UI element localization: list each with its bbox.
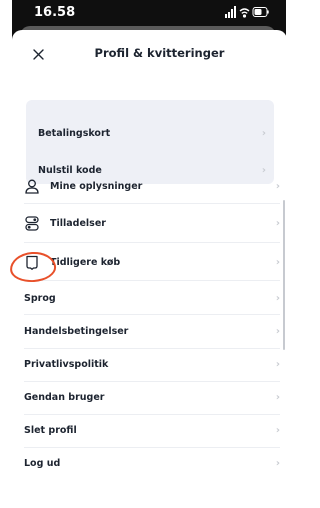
person-icon — [24, 178, 40, 194]
list-item-label: Mine oplysninger — [50, 180, 143, 192]
gendan-bruger-item[interactable]: Gendan bruger › — [24, 380, 280, 414]
list-item-label: Handelsbetingelser — [24, 325, 129, 337]
list-item-label: Privatlivspolitik — [24, 358, 109, 370]
list-item-label: Sprog — [24, 292, 56, 304]
mine-oplysninger-item[interactable]: Mine oplysninger › — [24, 169, 280, 203]
toggles-icon — [24, 215, 40, 231]
list-item-label: Slet profil — [24, 424, 77, 436]
wifi-icon — [239, 8, 250, 18]
tilladelser-item[interactable]: Tilladelser › — [24, 206, 280, 240]
sprog-item[interactable]: Sprog › — [24, 281, 280, 315]
chevron-right-icon: › — [275, 358, 280, 370]
chevron-right-icon: › — [275, 256, 280, 268]
slet-profil-item[interactable]: Slet profil › — [24, 413, 280, 447]
chevron-right-icon: › — [261, 127, 266, 139]
scrollbar[interactable] — [283, 200, 285, 350]
chevron-right-icon: › — [275, 292, 280, 304]
privatlivspolitik-item[interactable]: Privatlivspolitik › — [24, 347, 280, 381]
divider — [24, 203, 280, 204]
chevron-right-icon: › — [275, 424, 280, 436]
status-time: 16.58 — [34, 5, 76, 20]
list-item-label: Betalingskort — [38, 127, 111, 139]
betalingskort-item[interactable]: Betalingskort › — [38, 115, 266, 151]
chevron-right-icon: › — [275, 457, 280, 469]
list-item-label: Tidligere køb — [50, 256, 121, 268]
battery-icon — [252, 7, 269, 17]
list-item-label: Gendan bruger — [24, 391, 105, 403]
log-ud-item[interactable]: Log ud › — [24, 446, 280, 480]
chevron-right-icon: › — [275, 180, 280, 192]
divider — [24, 242, 280, 243]
list-item-label: Tilladelser — [50, 217, 106, 229]
close-button[interactable] — [28, 44, 48, 64]
chevron-right-icon: › — [275, 391, 280, 403]
phone-screen: 16.58 Profil & kvitteringer Betalingskor… — [0, 0, 286, 508]
page-title: Profil & kvitteringer — [94, 46, 225, 60]
chevron-right-icon: › — [275, 217, 280, 229]
list-item-label: Log ud — [24, 457, 61, 469]
handelsbetingelser-item[interactable]: Handelsbetingelser › — [24, 314, 280, 348]
close-icon — [32, 48, 44, 60]
signal-icon — [225, 6, 236, 18]
tidligere-koeb-item[interactable]: Tidligere køb › — [24, 245, 280, 279]
sheet-header: Profil & kvitteringer — [12, 30, 286, 78]
status-icons — [225, 6, 269, 18]
chevron-right-icon: › — [275, 325, 280, 337]
